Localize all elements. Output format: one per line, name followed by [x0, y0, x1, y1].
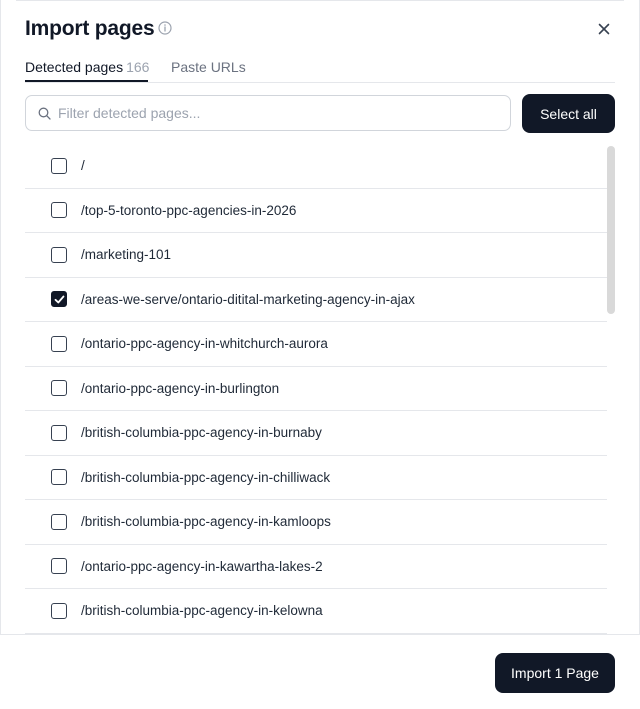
page-path-label: /top-5-toronto-ppc-agencies-in-2026: [81, 202, 297, 218]
checkmark-icon: [54, 295, 64, 304]
tab-bar: Detected pages 166 Paste URLs: [25, 56, 615, 83]
import-button[interactable]: Import 1 Page: [495, 653, 615, 693]
page-path-label: /areas-we-serve/ontario-ditital-marketin…: [81, 291, 415, 307]
page-row[interactable]: /ontario-ppc-agency-in-kawartha-lakes-2: [25, 545, 607, 589]
active-tab-indicator: [25, 80, 148, 82]
close-icon: [598, 23, 610, 35]
page-path-label: /british-columbia-ppc-agency-in-chilliwa…: [81, 469, 331, 485]
page-checkbox[interactable]: [51, 291, 67, 308]
page-checkbox[interactable]: [51, 424, 67, 441]
page-checkbox[interactable]: [51, 602, 67, 619]
import-pages-dialog: Import pages Detected pages 166 Paste URL…: [0, 0, 640, 709]
tab-detected-pages[interactable]: Detected pages 166: [25, 58, 149, 76]
dialog-title: Import pages: [25, 17, 155, 40]
tab-paste-urls-label: Paste URLs: [171, 59, 246, 75]
tab-detected-pages-label: Detected pages: [25, 59, 124, 75]
page-checkbox[interactable]: [51, 202, 67, 219]
page-row[interactable]: /areas-we-serve/ontario-ditital-marketin…: [25, 278, 607, 322]
info-icon[interactable]: [158, 21, 172, 35]
page-path-label: /british-columbia-ppc-agency-in-kelowna: [81, 603, 323, 619]
page-row[interactable]: /british-columbia-ppc-agency-in-kamloops: [25, 500, 607, 545]
page-checkbox[interactable]: [51, 469, 67, 486]
page-checkbox[interactable]: [51, 157, 67, 174]
page-row[interactable]: /british-columbia-ppc-agency-in-kelowna: [25, 589, 607, 634]
close-button[interactable]: [593, 18, 615, 40]
page-row[interactable]: /british-columbia-ppc-agency-in-chilliwa…: [25, 456, 607, 500]
page-row[interactable]: /ontario-ppc-agency-in-burlington: [25, 367, 607, 411]
page-row[interactable]: /: [25, 144, 607, 189]
dialog-top-edge: [16, 0, 624, 1]
detected-pages-list[interactable]: / /top-5-toronto-ppc-agencies-in-2026/mar…: [25, 144, 607, 634]
page-path-label: /marketing-101: [81, 247, 172, 263]
dialog-left-border: [0, 0, 1, 686]
page-path-label: /ontario-ppc-agency-in-whitchurch-aurora: [81, 336, 328, 352]
page-path-label: /british-columbia-ppc-agency-in-burnaby: [81, 425, 322, 441]
page-path-label: /ontario-ppc-agency-in-kawartha-lakes-2: [81, 558, 323, 574]
page-path-label: /british-columbia-ppc-agency-in-kamloops: [81, 514, 331, 530]
page-path-label: /ontario-ppc-agency-in-burlington: [81, 380, 280, 396]
page-row[interactable]: /ontario-ppc-agency-in-whitchurch-aurora: [25, 322, 607, 367]
page-path-label: /: [81, 158, 85, 174]
page-row[interactable]: /top-5-toronto-ppc-agencies-in-2026: [25, 189, 607, 233]
page-checkbox[interactable]: [51, 380, 67, 397]
page-checkbox[interactable]: [51, 335, 67, 352]
tab-paste-urls[interactable]: Paste URLs: [171, 58, 246, 76]
page-row[interactable]: /marketing-101: [25, 233, 607, 278]
select-all-button[interactable]: Select all: [522, 94, 615, 133]
page-checkbox[interactable]: [51, 558, 67, 575]
list-scrollbar[interactable]: [607, 146, 615, 314]
dialog-header: Import pages: [25, 16, 615, 44]
detected-pages-count: 166: [126, 59, 150, 75]
page-checkbox[interactable]: [51, 246, 67, 263]
page-row[interactable]: /british-columbia-ppc-agency-in-burnaby: [25, 411, 607, 456]
filter-search-box: [25, 95, 511, 131]
filter-pages-input[interactable]: [58, 96, 498, 130]
page-checkbox[interactable]: [51, 513, 67, 530]
search-icon: [38, 107, 51, 120]
